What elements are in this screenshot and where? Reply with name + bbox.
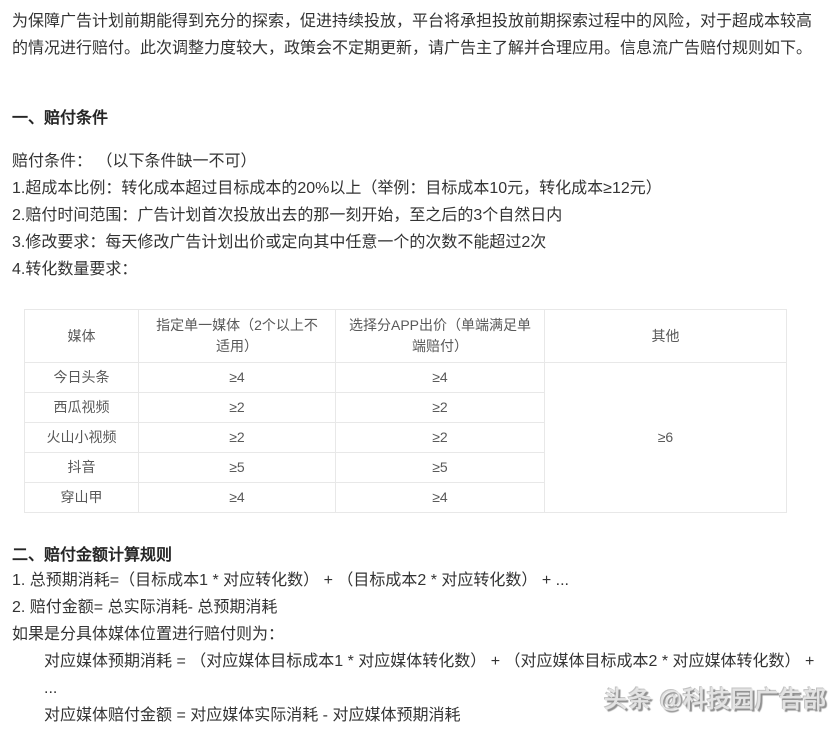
section1-title: 一、赔付条件 — [12, 110, 109, 127]
condition-item-4: 4.转化数量要求： — [12, 261, 138, 278]
cell-app: ≥4 — [335, 362, 545, 393]
intro-line-2: 的情况进行赔付。此次调整力度较大，政策会不定期更新，请广告主了解并合理应用。信息… — [12, 40, 813, 57]
article-body: 为保障广告计划前期能得到充分的探索，促进持续投放，平台将承担投放前期探索过程中的… — [0, 0, 832, 729]
calc-line-5: 对应媒体赔付金额 = 对应媒体实际消耗 - 对应媒体预期消耗 — [44, 707, 461, 724]
cell-media: 穿山甲 — [24, 482, 139, 513]
calc-line-1: 1. 总预期消耗=（目标成本1 * 对应转化数） + （目标成本2 * 对应转化… — [12, 572, 569, 589]
cell-app: ≥2 — [335, 392, 545, 423]
header-app-bid: 选择分APP出价（单端满足单端赔付） — [335, 309, 545, 363]
intro-line-1: 为保障广告计划前期能得到充分的探索，促进持续投放，平台将承担投放前期探索过程中的… — [12, 13, 813, 30]
section2-title: 二、赔付金额计算规则 — [12, 547, 173, 564]
condition-item-2: 2.赔付时间范围：广告计划首次投放出去的那一刻开始，至之后的3个自然日内 — [12, 207, 563, 224]
header-media: 媒体 — [24, 309, 139, 363]
condition-intro: 赔付条件： （以下条件缺一不可） — [12, 153, 257, 170]
condition-item-3: 3.修改要求：每天修改广告计划出价或定向其中任意一个的次数不能超过2次 — [12, 234, 547, 251]
conversion-requirements-table: 媒体 指定单一媒体（2个以上不适用） 选择分APP出价（单端满足单端赔付） 其他… — [24, 309, 787, 513]
cell-single: ≥4 — [138, 482, 336, 513]
cell-app: ≥4 — [335, 482, 545, 513]
table-header-row: 媒体 指定单一媒体（2个以上不适用） 选择分APP出价（单端满足单端赔付） 其他 — [24, 309, 787, 363]
calc-line-4: 对应媒体预期消耗 = （对应媒体目标成本1 * 对应媒体转化数） + （对应媒体… — [44, 653, 815, 670]
condition-item-1: 1.超成本比例：转化成本超过目标成本的20%以上（举例：目标成本10元，转化成本… — [12, 180, 662, 197]
cell-single: ≥2 — [138, 392, 336, 423]
cell-media: 抖音 — [24, 452, 139, 483]
cell-single: ≥2 — [138, 422, 336, 453]
calc-line-ellipsis: ... — [44, 680, 58, 697]
intro-paragraph: 为保障广告计划前期能得到充分的探索，促进持续投放，平台将承担投放前期探索过程中的… — [12, 8, 820, 62]
calc-line-3: 如果是分具体媒体位置进行赔付则为： — [12, 626, 285, 643]
cell-single: ≥4 — [138, 362, 336, 393]
cell-media: 西瓜视频 — [24, 392, 139, 423]
header-single-media: 指定单一媒体（2个以上不适用） — [138, 309, 336, 363]
cell-other-merged: ≥6 — [544, 362, 787, 513]
cell-single: ≥5 — [138, 452, 336, 483]
cell-app: ≥2 — [335, 422, 545, 453]
cell-app: ≥5 — [335, 452, 545, 483]
calc-line-2: 2. 赔付金额= 总实际消耗- 总预期消耗 — [12, 599, 278, 616]
table-row: 今日头条 ≥4 ≥4 ≥6 — [24, 362, 787, 513]
header-other: 其他 — [544, 309, 787, 363]
cell-media: 今日头条 — [24, 362, 139, 393]
cell-media: 火山小视频 — [24, 422, 139, 453]
